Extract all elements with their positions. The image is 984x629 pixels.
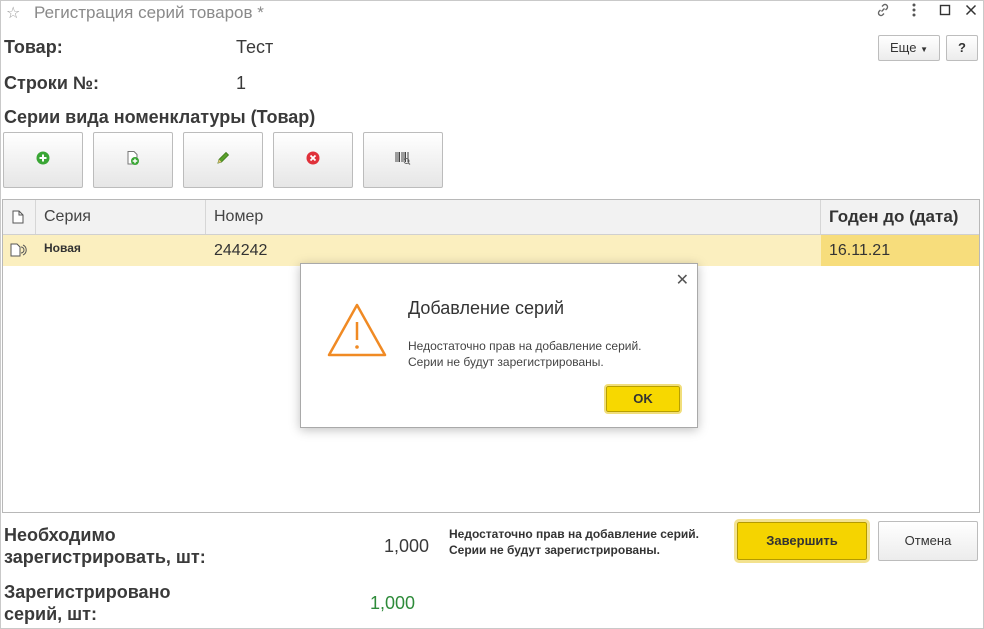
document-icon bbox=[11, 210, 25, 228]
copy-icon bbox=[125, 150, 141, 171]
cancel-button[interactable]: Отмена bbox=[878, 521, 978, 561]
row-value: 1 bbox=[236, 73, 247, 93]
finish-button[interactable]: Завершить bbox=[734, 519, 870, 563]
column-series[interactable]: Серия bbox=[36, 200, 206, 234]
warning-icon bbox=[326, 302, 388, 363]
bottom-warning-line2: Серии не будут зарегистрированы. bbox=[449, 543, 660, 557]
dialog-message: Недостаточно прав на добавление серий. С… bbox=[408, 338, 642, 370]
window-title: Регистрация серий товаров * bbox=[34, 3, 264, 22]
table-row[interactable]: Новая 244242 16.11.21 bbox=[3, 235, 979, 266]
registered-label-line1: Зарегистрировано bbox=[4, 582, 171, 602]
need-register-label: Необходимо зарегистрировать, шт: bbox=[4, 524, 206, 568]
need-register-label-line2: зарегистрировать, шт: bbox=[4, 547, 206, 567]
more-button[interactable]: Еще ▼ bbox=[878, 35, 940, 61]
dialog-title: Добавление серий bbox=[408, 298, 565, 318]
section-title: Серии вида номенклатуры (Товар) bbox=[4, 107, 316, 127]
chevron-down-icon: ▼ bbox=[920, 45, 928, 54]
number-cell[interactable]: 244242 bbox=[206, 235, 821, 266]
column-expiry[interactable]: Годен до (дата) bbox=[821, 200, 979, 234]
product-label: Товар: bbox=[4, 37, 63, 57]
more-button-label: Еще bbox=[890, 40, 917, 55]
product-value[interactable]: Тест bbox=[236, 37, 273, 58]
registered-label: Зарегистрировано серий, шт: bbox=[4, 581, 170, 625]
edit-button[interactable] bbox=[183, 132, 263, 188]
maximize-icon[interactable] bbox=[935, 2, 955, 22]
close-icon[interactable] bbox=[961, 2, 981, 22]
need-register-value: 1,000 bbox=[384, 536, 430, 556]
bottom-warning-line1: Недостаточно прав на добавление серий. bbox=[449, 527, 699, 541]
series-cell[interactable]: Новая bbox=[36, 235, 206, 266]
copy-button[interactable] bbox=[93, 132, 173, 188]
add-icon bbox=[35, 150, 51, 171]
barcode-icon bbox=[394, 150, 412, 171]
column-number[interactable]: Номер bbox=[206, 200, 821, 234]
bottom-warning-message: Недостаточно прав на добавление серий. С… bbox=[449, 526, 699, 558]
column-status[interactable] bbox=[3, 200, 36, 234]
dialog-message-line1: Недостаточно прав на добавление серий. bbox=[408, 339, 642, 353]
row-label: Строки №: bbox=[4, 73, 99, 93]
new-record-icon bbox=[9, 243, 27, 261]
registered-label-line2: серий, шт: bbox=[4, 604, 97, 624]
link-icon[interactable] bbox=[873, 2, 893, 22]
ok-button[interactable]: OK bbox=[604, 384, 682, 414]
warning-dialog: ✕ Добавление серий Недостаточно прав на … bbox=[300, 263, 698, 428]
favorite-star-icon[interactable]: ☆ bbox=[6, 3, 20, 23]
dialog-close-icon[interactable]: ✕ bbox=[676, 270, 689, 290]
add-button[interactable] bbox=[3, 132, 83, 188]
need-register-label-line1: Необходимо bbox=[4, 525, 116, 545]
barcode-button[interactable] bbox=[363, 132, 443, 188]
registered-value: 1,000 bbox=[370, 593, 416, 613]
edit-icon bbox=[215, 150, 231, 171]
help-button[interactable]: ? bbox=[946, 35, 978, 61]
dialog-message-line2: Серии не будут зарегистрированы. bbox=[408, 355, 604, 369]
expiry-cell[interactable]: 16.11.21 bbox=[821, 235, 979, 266]
table-header: Серия Номер Годен до (дата) bbox=[3, 200, 979, 235]
menu-dots-icon[interactable] bbox=[904, 2, 924, 22]
row-status-cell bbox=[3, 235, 36, 266]
delete-button[interactable] bbox=[273, 132, 353, 188]
delete-icon bbox=[305, 150, 321, 171]
